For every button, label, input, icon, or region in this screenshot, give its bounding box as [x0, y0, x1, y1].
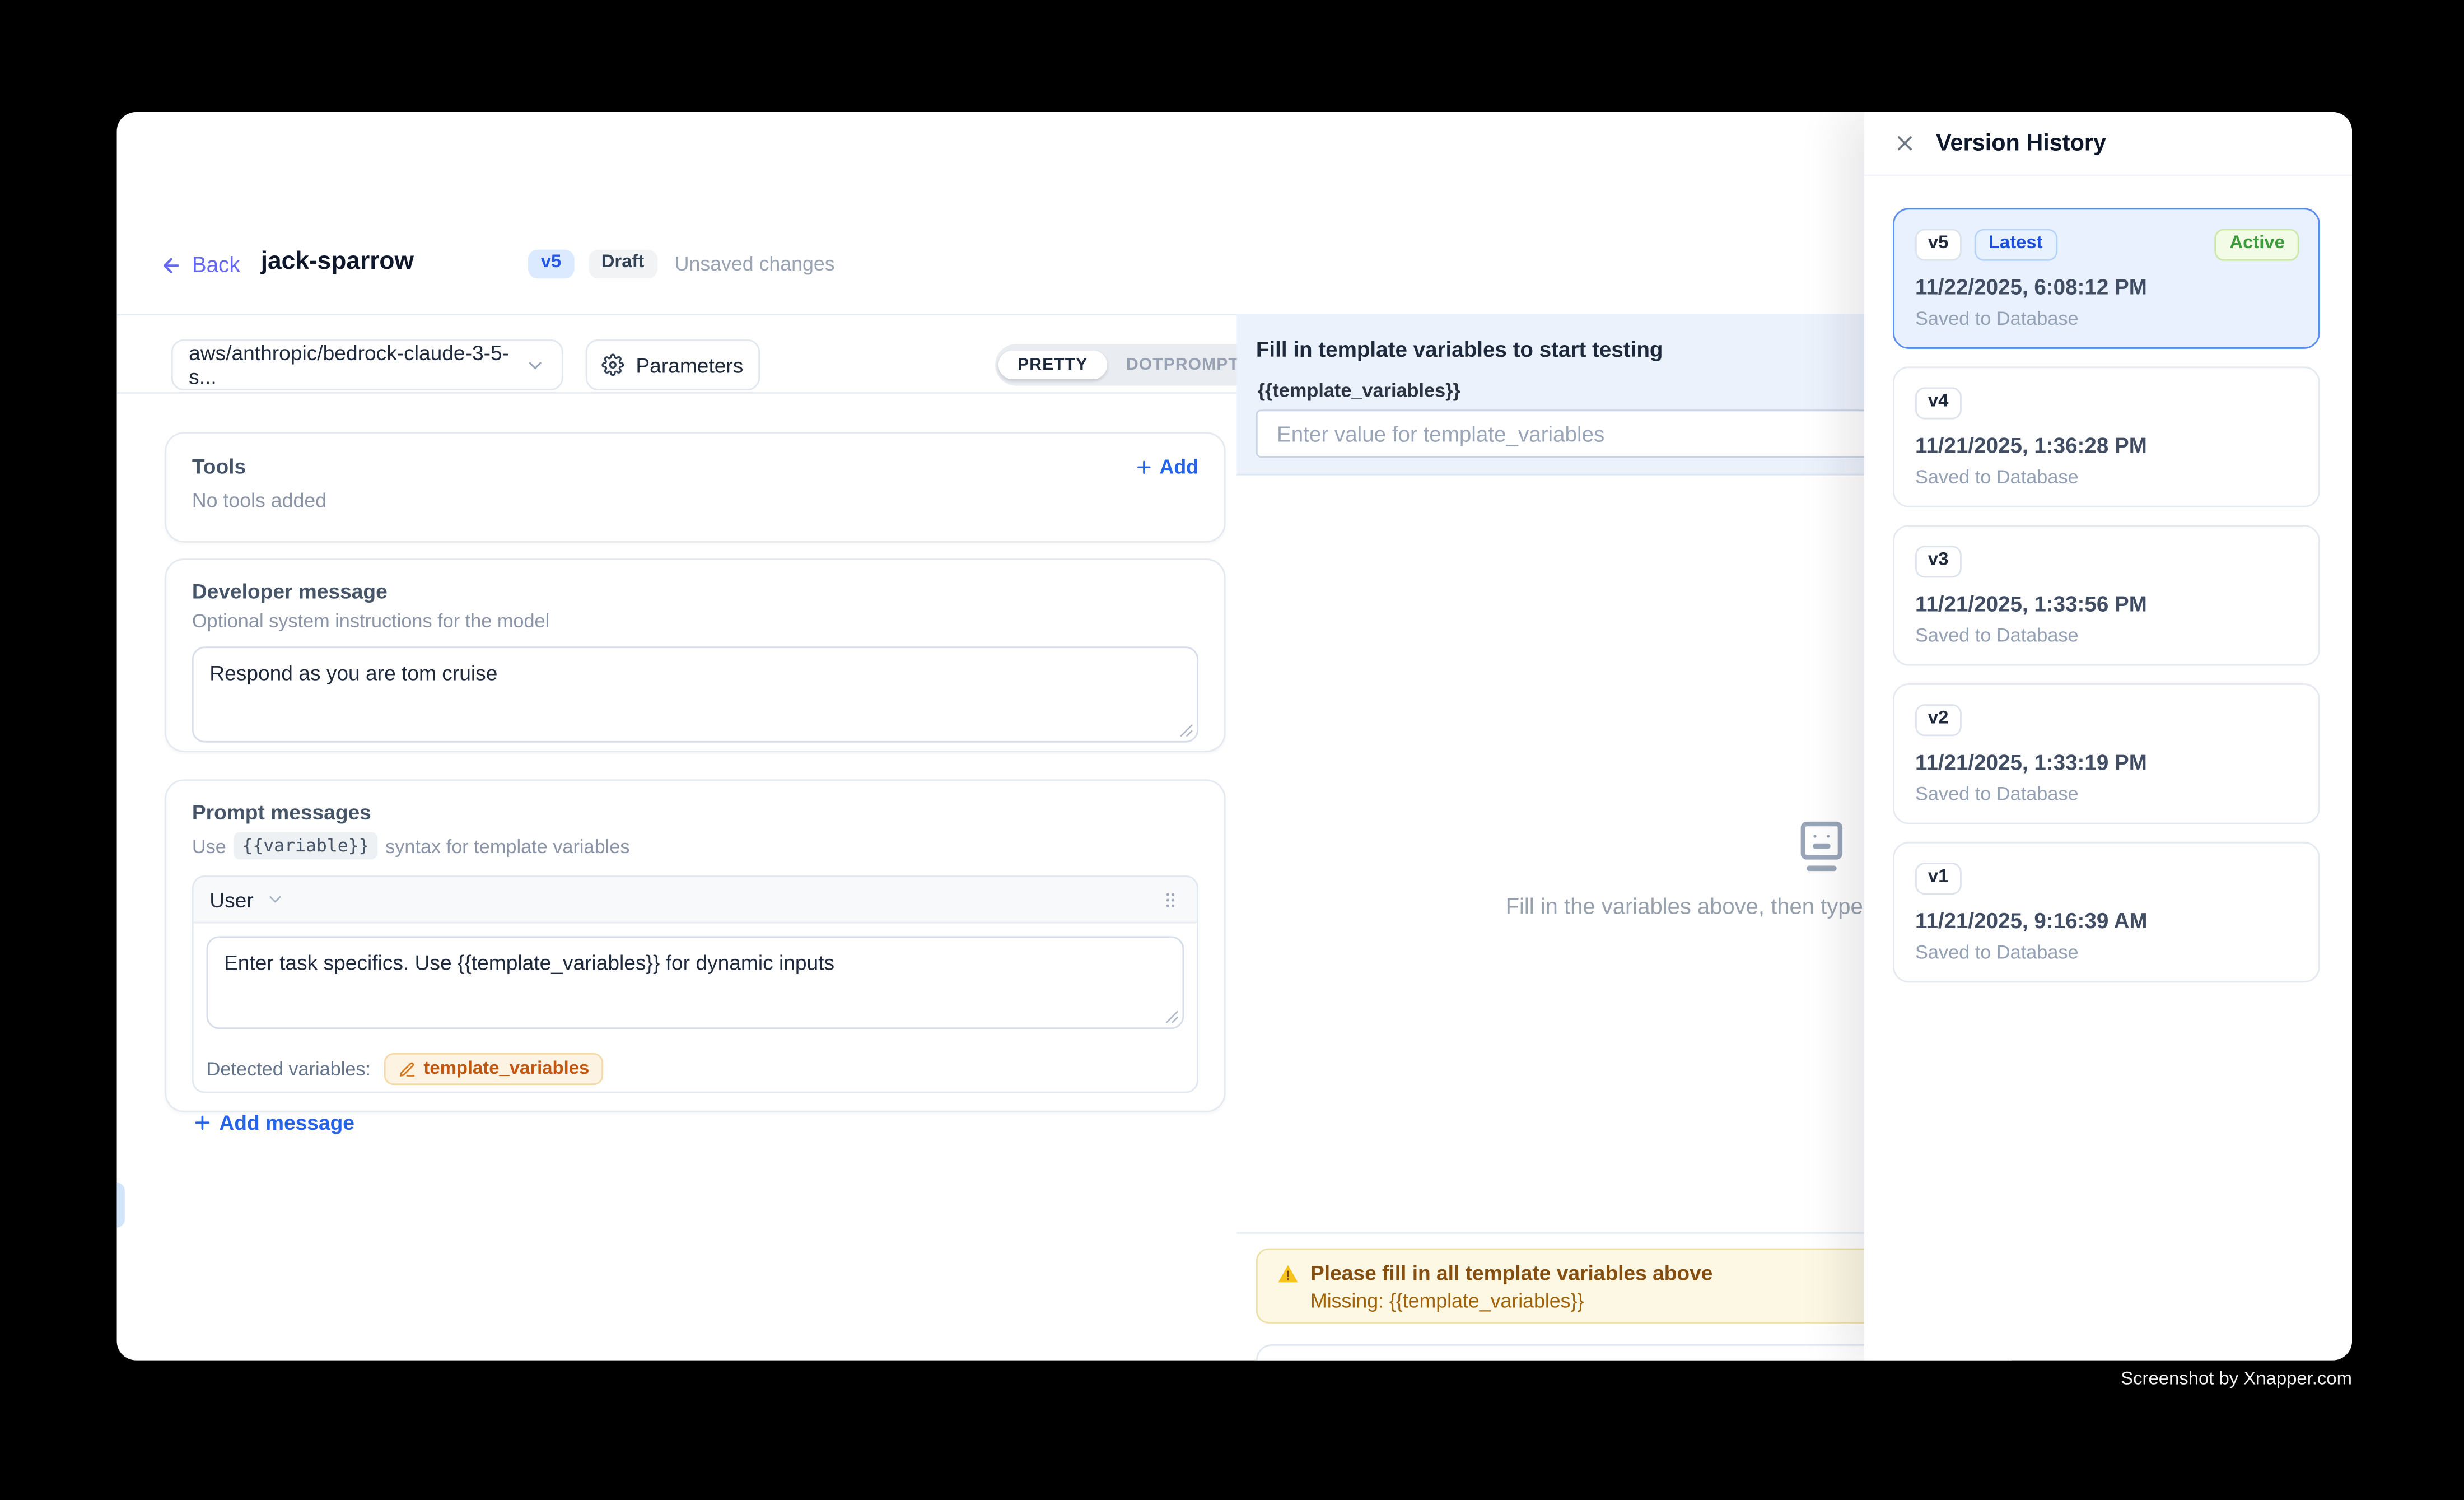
warning-triangle-icon: [1277, 1262, 1299, 1284]
tools-card: Tools Add No tools added: [165, 432, 1225, 542]
back-button[interactable]: Back: [160, 253, 240, 277]
detected-variables-label: Detected variables:: [207, 1058, 371, 1080]
chevron-down-icon: [525, 355, 545, 375]
developer-message-title: Developer message: [192, 579, 1198, 603]
close-icon[interactable]: [1893, 131, 1917, 155]
parameters-button[interactable]: Parameters: [586, 339, 760, 390]
version-number-badge: v5: [1915, 229, 1961, 260]
version-timestamp: 11/21/2025, 1:36:28 PM: [1915, 433, 2298, 457]
syntax-hint: Use {{variable}} syntax for template var…: [192, 832, 1198, 860]
developer-message-input[interactable]: Respond as you are tom cruise: [192, 646, 1198, 742]
format-toggle: PRETTY DOTPROMPT: [995, 344, 1262, 385]
latest-badge: Latest: [1974, 229, 2057, 260]
syntax-hint-prefix: Use: [192, 835, 226, 857]
version-number-badge: v4: [1915, 387, 1961, 418]
parameters-label: Parameters: [636, 353, 743, 377]
app-window: Back jack-sparrow v5 Draft Unsaved chang…: [117, 112, 2352, 1359]
developer-message-subtitle: Optional system instructions for the mod…: [192, 610, 1198, 632]
version-number-badge: v3: [1915, 546, 1961, 577]
page-title: jack-sparrow: [261, 248, 414, 277]
tools-empty-text: No tools added: [192, 490, 1198, 512]
message-role-value: User: [209, 887, 253, 911]
gear-icon: [602, 353, 624, 376]
version-card-v5[interactable]: v5 Latest Active 11/22/2025, 6:08:12 PM …: [1893, 208, 2320, 348]
toggle-option-pretty[interactable]: PRETTY: [998, 350, 1107, 380]
pencil-icon: [398, 1060, 416, 1078]
syntax-hint-suffix: syntax for template variables: [385, 835, 629, 857]
version-timestamp: 11/21/2025, 9:16:39 AM: [1915, 908, 2298, 932]
template-variable-input[interactable]: [1256, 409, 1968, 458]
developer-message-card: Developer message Optional system instru…: [165, 558, 1225, 752]
template-variable-name: {{template_variables}}: [1258, 379, 1460, 402]
version-number-badge: v2: [1915, 704, 1961, 735]
version-card-v4[interactable]: v4 11/21/2025, 1:36:28 PM Saved to Datab…: [1893, 366, 2320, 507]
version-history-title: Version History: [1936, 131, 2106, 156]
version-status: Saved to Database: [1915, 306, 2298, 329]
message-role-select[interactable]: User: [209, 887, 286, 911]
toggle-option-dotprompt[interactable]: DOTPROMPT: [1107, 350, 1259, 380]
version-list: v5 Latest Active 11/22/2025, 6:08:12 PM …: [1864, 176, 2352, 982]
back-label: Back: [192, 253, 240, 277]
active-badge: Active: [2215, 229, 2299, 260]
message-content-input[interactable]: Enter task specifics. Use {{template_var…: [207, 936, 1184, 1029]
add-message-button[interactable]: Add message: [192, 1111, 354, 1135]
warning-title: Please fill in all template variables ab…: [1310, 1261, 1712, 1285]
draft-status-badge: Draft: [589, 250, 657, 278]
add-message-label: Add message: [219, 1111, 354, 1135]
tools-title: Tools: [192, 454, 246, 478]
version-card-v1[interactable]: v1 11/21/2025, 9:16:39 AM Saved to Datab…: [1893, 842, 2320, 982]
back-arrow-icon: [160, 254, 183, 276]
version-card-v2[interactable]: v2 11/21/2025, 1:33:19 PM Saved to Datab…: [1893, 683, 2320, 824]
detected-variables-row: Detected variables: template_variables: [194, 1042, 1197, 1092]
version-badge: v5: [528, 250, 574, 278]
model-select-value: aws/anthropic/bedrock-claude-3-5-s...: [189, 341, 525, 389]
toolbar-divider: [117, 392, 1237, 394]
variable-chip-label: template_variables: [423, 1059, 589, 1078]
editor-column: Tools Add No tools added Developer messa…: [165, 432, 1225, 1112]
drag-handle-icon[interactable]: [1160, 889, 1180, 910]
syntax-code-chip: {{variable}}: [234, 832, 377, 860]
screenshot-stage: Back jack-sparrow v5 Draft Unsaved chang…: [0, 0, 2464, 1500]
add-tool-label: Add: [1160, 455, 1198, 478]
version-status: Saved to Database: [1915, 782, 2298, 804]
version-card-v3[interactable]: v3 11/21/2025, 1:33:56 PM Saved to Datab…: [1893, 525, 2320, 665]
chevron-down-icon: [267, 890, 286, 909]
message-header: User: [194, 877, 1197, 924]
model-select[interactable]: aws/anthropic/bedrock-claude-3-5-s...: [171, 339, 563, 390]
add-tool-button[interactable]: Add: [1134, 455, 1198, 478]
version-timestamp: 11/21/2025, 1:33:56 PM: [1915, 591, 2298, 616]
version-number-badge: v1: [1915, 863, 1961, 894]
resize-handle-icon[interactable]: [1165, 1010, 1179, 1024]
unsaved-changes-text: Unsaved changes: [675, 253, 835, 275]
version-timestamp: 11/22/2025, 6:08:12 PM: [1915, 274, 2298, 299]
version-timestamp: 11/21/2025, 1:33:19 PM: [1915, 750, 2298, 774]
variable-chip[interactable]: template_variables: [384, 1053, 604, 1085]
resize-handle-icon[interactable]: [1179, 723, 1194, 738]
sidebar-peek-tab[interactable]: [117, 1182, 125, 1227]
version-status: Saved to Database: [1915, 465, 2298, 487]
version-status: Saved to Database: [1915, 940, 2298, 963]
header-badges: v5 Draft Unsaved changes: [528, 250, 835, 278]
prompt-messages-card: Prompt messages Use {{variable}} syntax …: [165, 779, 1225, 1112]
prompt-messages-title: Prompt messages: [192, 800, 1198, 824]
bot-face-icon: [1792, 818, 1851, 877]
watermark-text: Screenshot by Xnapper.com: [2121, 1370, 2352, 1389]
prompt-message-block: User Enter task specifics. Use {{templat…: [192, 875, 1198, 1093]
plus-icon: [192, 1112, 213, 1133]
empty-state-text: Fill in the variables above, then type: [1506, 893, 1863, 919]
template-variables-title: Fill in template variables to start test…: [1256, 338, 1663, 362]
version-status: Saved to Database: [1915, 623, 2298, 646]
plus-icon: [1134, 457, 1153, 476]
version-history-panel: Version History v5 Latest Active 11/22/2…: [1864, 112, 2352, 1359]
